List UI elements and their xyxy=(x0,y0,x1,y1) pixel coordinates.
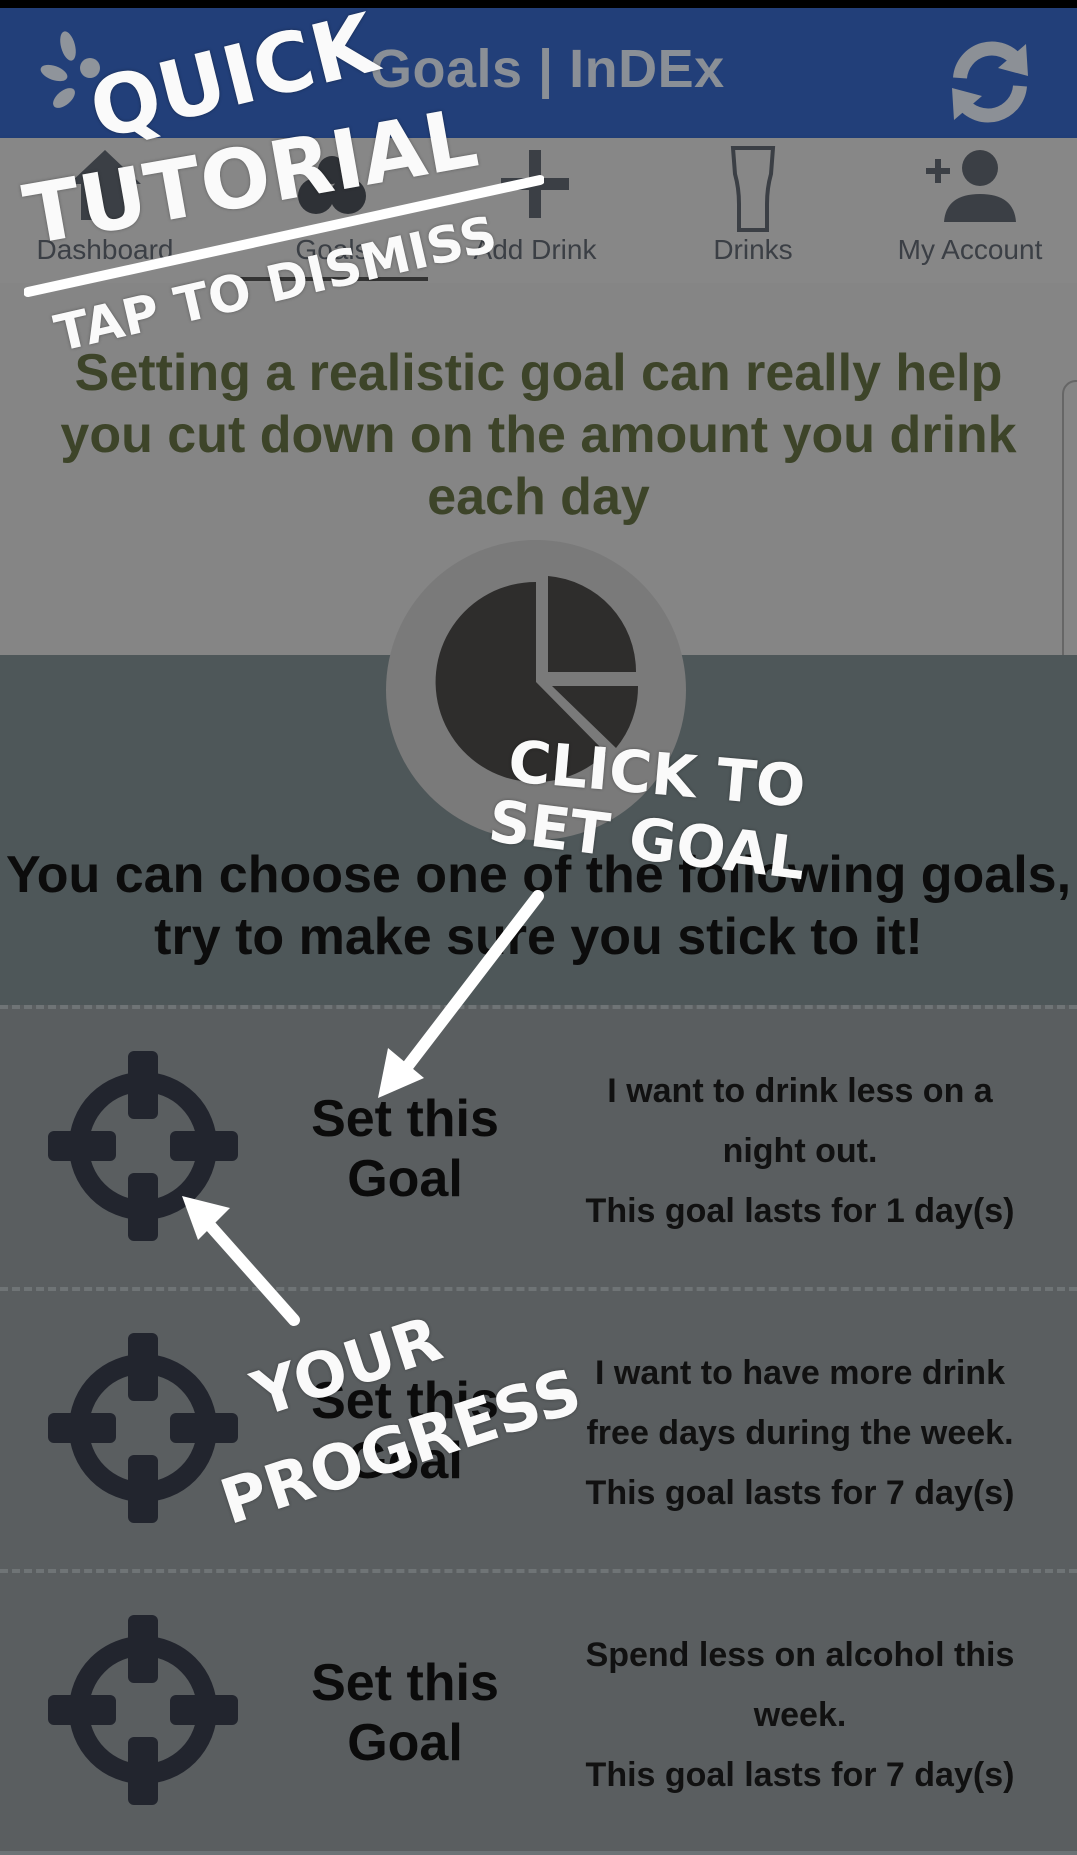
target-icon[interactable] xyxy=(48,1051,238,1241)
desc-line: Spend less on alcohol this xyxy=(585,1636,1015,1674)
tab-label: Goals xyxy=(295,234,369,265)
goal-row: Set this Goal I want to drink less on a … xyxy=(0,1005,1077,1291)
button-label: Set this xyxy=(311,1654,499,1712)
button-label: Goal xyxy=(347,1432,463,1490)
button-label: Goal xyxy=(347,1714,463,1772)
desc-line: week. xyxy=(753,1696,847,1734)
home-icon xyxy=(69,150,141,220)
tab-label: My Account xyxy=(897,234,1043,265)
page-title: Goals | InDEx xyxy=(370,39,725,99)
tab-my-account[interactable]: My Account xyxy=(870,138,1070,283)
target-icon[interactable] xyxy=(48,1333,238,1523)
plus-icon xyxy=(501,150,569,218)
tab-label: Dashboard xyxy=(36,234,174,265)
choose-goal-heading: You can choose one of the following goal… xyxy=(0,844,1077,968)
pie-chart-icon xyxy=(435,576,639,782)
app-logo-icon xyxy=(40,31,100,108)
tab-label: Drinks xyxy=(713,234,793,265)
set-goal-button[interactable]: Set this Goal xyxy=(290,1653,520,1773)
add-person-icon xyxy=(926,150,1016,222)
goal-description: Spend less on alcohol this week. This go… xyxy=(550,1625,1050,1805)
choose-line: try to make sure you stick to it! xyxy=(154,908,923,966)
button-label: Set this xyxy=(311,1372,499,1430)
choose-line: You can choose one of the following goal… xyxy=(5,846,1072,904)
goal-row: Set this Goal I want to have more drink … xyxy=(0,1287,1077,1573)
refresh-icon[interactable] xyxy=(940,32,1040,132)
tab-add-drink[interactable]: Add Drink xyxy=(430,138,640,283)
button-label: Set this xyxy=(311,1090,499,1148)
goal-row: Set this Goal Spend less on alcohol this… xyxy=(0,1569,1077,1855)
tab-label: Add Drink xyxy=(473,234,597,265)
desc-line: I want to drink less on a xyxy=(607,1072,993,1110)
tab-dashboard[interactable]: Dashboard xyxy=(0,138,210,283)
tab-bar: Dashboard Goals Add Drink Drinks My Acco… xyxy=(0,138,1077,283)
active-tab-indicator xyxy=(236,277,428,281)
intro-text: Setting a realistic goal can really help… xyxy=(60,344,1017,526)
set-goal-button[interactable]: Set this Goal xyxy=(290,1089,520,1209)
goal-duration: This goal lasts for 1 day(s) xyxy=(585,1192,1015,1230)
goal-list: Set this Goal I want to drink less on a … xyxy=(0,1005,1077,1851)
desc-line: night out. xyxy=(722,1132,878,1170)
app-bar: Goals | InDEx xyxy=(0,8,1077,138)
goal-duration: This goal lasts for 7 day(s) xyxy=(585,1474,1015,1512)
button-label: Goal xyxy=(347,1150,463,1208)
status-bar xyxy=(0,0,1077,8)
glass-icon xyxy=(730,146,776,232)
set-goal-button[interactable]: Set this Goal xyxy=(290,1371,520,1491)
goals-icon xyxy=(298,156,366,214)
goal-duration: This goal lasts for 7 day(s) xyxy=(585,1756,1015,1794)
tab-drinks[interactable]: Drinks xyxy=(658,138,848,283)
desc-line: free days during the week. xyxy=(586,1414,1014,1452)
tab-goals[interactable]: Goals xyxy=(236,138,428,283)
target-icon[interactable] xyxy=(48,1615,238,1805)
desc-line: I want to have more drink xyxy=(595,1354,1005,1392)
goal-description: I want to drink less on a night out. Thi… xyxy=(550,1061,1050,1241)
goal-description: I want to have more drink free days duri… xyxy=(550,1343,1050,1523)
